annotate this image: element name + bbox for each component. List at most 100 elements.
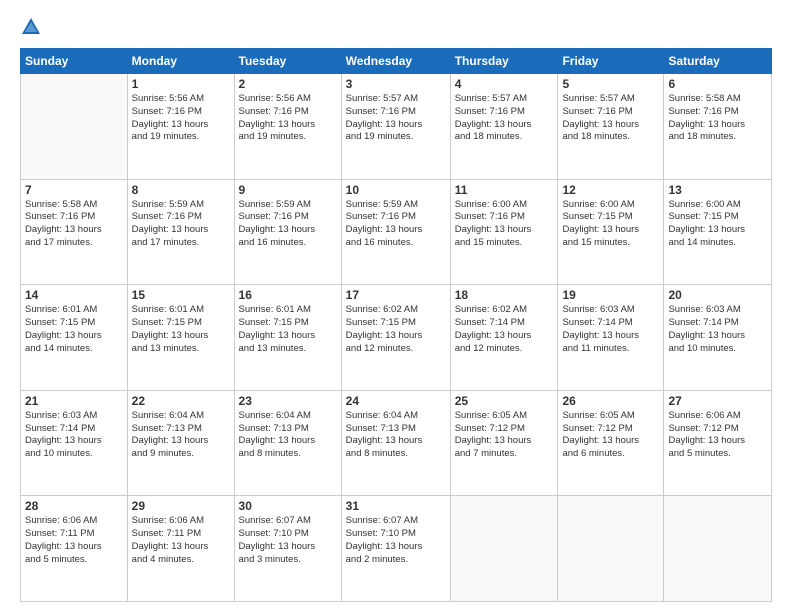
- day-number: 18: [455, 288, 554, 302]
- day-cell: 20Sunrise: 6:03 AMSunset: 7:14 PMDayligh…: [664, 285, 772, 391]
- day-info: Sunrise: 5:59 AMSunset: 7:16 PMDaylight:…: [132, 199, 230, 250]
- day-number: 29: [132, 499, 230, 513]
- day-number: 25: [455, 394, 554, 408]
- day-cell: 25 Sunrise: 6:05 AMSunset: 7:12 PMDayligh…: [450, 390, 558, 496]
- week-row-3: 14 Sunrise: 6:01 AMSunset: 7:15 PMDayligh…: [21, 285, 772, 391]
- day-cell: 15 Sunrise: 6:01 AMSunset: 7:15 PMDayligh…: [127, 285, 234, 391]
- day-cell: 30 Sunrise: 6:07 AMSunset: 7:10 PMDayligh…: [234, 496, 341, 602]
- day-info: Sunrise: 5:57 AMSunset: 7:16 PMDaylight:…: [455, 93, 554, 144]
- logo: [20, 16, 46, 38]
- day-cell: 7 Sunrise: 5:58 AMSunset: 7:16 PMDaylight…: [21, 179, 128, 285]
- day-number: 30: [239, 499, 337, 513]
- day-info: Sunrise: 6:00 AMSunset: 7:15 PMDaylight:…: [562, 199, 659, 250]
- day-info: Sunrise: 5:58 AMSunset: 7:16 PMDaylight:…: [668, 93, 767, 144]
- day-number: 11: [455, 183, 554, 197]
- day-cell: 4 Sunrise: 5:57 AMSunset: 7:16 PMDaylight…: [450, 74, 558, 180]
- day-info: Sunrise: 6:05 AMSunset: 7:12 PMDaylight:…: [562, 410, 659, 461]
- day-info: Sunrise: 5:58 AMSunset: 7:16 PMDaylight:…: [25, 199, 123, 250]
- header: [20, 16, 772, 38]
- day-info: Sunrise: 6:07 AMSunset: 7:10 PMDaylight:…: [239, 515, 337, 566]
- day-cell: 8 Sunrise: 5:59 AMSunset: 7:16 PMDaylight…: [127, 179, 234, 285]
- day-info: Sunrise: 6:04 AMSunset: 7:13 PMDaylight:…: [239, 410, 337, 461]
- col-header-tuesday: Tuesday: [234, 49, 341, 74]
- day-cell: 14 Sunrise: 6:01 AMSunset: 7:15 PMDayligh…: [21, 285, 128, 391]
- col-header-sunday: Sunday: [21, 49, 128, 74]
- day-number: 31: [346, 499, 446, 513]
- day-info: Sunrise: 6:03 AMSunset: 7:14 PMDaylight:…: [562, 304, 659, 355]
- day-cell: 28Sunrise: 6:06 AMSunset: 7:11 PMDayligh…: [21, 496, 128, 602]
- day-number: 20: [668, 288, 767, 302]
- day-cell: 29 Sunrise: 6:06 AMSunset: 7:11 PMDayligh…: [127, 496, 234, 602]
- header-row: SundayMondayTuesdayWednesdayThursdayFrid…: [21, 49, 772, 74]
- day-info: Sunrise: 6:01 AMSunset: 7:15 PMDaylight:…: [132, 304, 230, 355]
- day-number: 14: [25, 288, 123, 302]
- day-cell: [664, 496, 772, 602]
- day-info: Sunrise: 5:56 AMSunset: 7:16 PMDaylight:…: [132, 93, 230, 144]
- col-header-friday: Friday: [558, 49, 664, 74]
- day-info: Sunrise: 6:03 AMSunset: 7:14 PMDaylight:…: [25, 410, 123, 461]
- day-info: Sunrise: 6:00 AMSunset: 7:15 PMDaylight:…: [668, 199, 767, 250]
- day-number: 8: [132, 183, 230, 197]
- week-row-5: 28 Sunrise: 6:06 AMSunset: 7:11 PMDayligh…: [21, 496, 772, 602]
- day-info: Sunrise: 5:59 AMSunset: 7:16 PMDaylight:…: [346, 199, 446, 250]
- day-number: 2: [239, 77, 337, 91]
- day-number: 27: [668, 394, 767, 408]
- day-info: Sunrise: 6:05 AMSunset: 7:12 PMDaylight:…: [455, 410, 554, 461]
- day-number: 24: [346, 394, 446, 408]
- day-info: Sunrise: 5:57 AMSunset: 7:16 PMDaylight:…: [562, 93, 659, 144]
- day-cell: 24 Sunrise: 6:04 AMSunset: 7:13 PMDayligh…: [341, 390, 450, 496]
- day-number: 17: [346, 288, 446, 302]
- day-info: Sunrise: 6:02 AMSunset: 7:14 PMDaylight:…: [455, 304, 554, 355]
- col-header-monday: Monday: [127, 49, 234, 74]
- day-cell: 9Sunrise: 5:59 AMSunset: 7:16 PMDaylight…: [234, 179, 341, 285]
- day-cell: 21 Sunrise: 6:03 AMSunset: 7:14 PMDayligh…: [21, 390, 128, 496]
- day-number: 23: [239, 394, 337, 408]
- day-number: 26: [562, 394, 659, 408]
- day-info: Sunrise: 6:01 AMSunset: 7:15 PMDaylight:…: [239, 304, 337, 355]
- day-info: Sunrise: 6:01 AMSunset: 7:15 PMDaylight:…: [25, 304, 123, 355]
- day-number: 22: [132, 394, 230, 408]
- day-cell: 5 Sunrise: 5:57 AMSunset: 7:16 PMDaylight…: [558, 74, 664, 180]
- day-cell: [558, 496, 664, 602]
- day-cell: 2 Sunrise: 5:56 AMSunset: 7:16 PMDaylight…: [234, 74, 341, 180]
- day-cell: [450, 496, 558, 602]
- day-cell: 22Sunrise: 6:04 AMSunset: 7:13 PMDayligh…: [127, 390, 234, 496]
- day-number: 7: [25, 183, 123, 197]
- day-number: 5: [562, 77, 659, 91]
- day-number: 19: [562, 288, 659, 302]
- day-cell: 11 Sunrise: 6:00 AMSunset: 7:16 PMDayligh…: [450, 179, 558, 285]
- day-cell: 31 Sunrise: 6:07 AMSunset: 7:10 PMDayligh…: [341, 496, 450, 602]
- day-info: Sunrise: 6:07 AMSunset: 7:10 PMDaylight:…: [346, 515, 446, 566]
- day-cell: 27 Sunrise: 6:06 AMSunset: 7:12 PMDayligh…: [664, 390, 772, 496]
- day-cell: 19 Sunrise: 6:03 AMSunset: 7:14 PMDayligh…: [558, 285, 664, 391]
- day-info: Sunrise: 5:57 AMSunset: 7:16 PMDaylight:…: [346, 93, 446, 144]
- day-cell: 6 Sunrise: 5:58 AMSunset: 7:16 PMDaylight…: [664, 74, 772, 180]
- day-number: 13: [668, 183, 767, 197]
- day-number: 6: [668, 77, 767, 91]
- day-number: 4: [455, 77, 554, 91]
- day-info: Sunrise: 6:04 AMSunset: 7:13 PMDaylight:…: [346, 410, 446, 461]
- day-info: Sunrise: 6:02 AMSunset: 7:15 PMDaylight:…: [346, 304, 446, 355]
- day-number: 16: [239, 288, 337, 302]
- col-header-saturday: Saturday: [664, 49, 772, 74]
- day-cell: 10Sunrise: 5:59 AMSunset: 7:16 PMDayligh…: [341, 179, 450, 285]
- col-header-thursday: Thursday: [450, 49, 558, 74]
- day-cell: 17 Sunrise: 6:02 AMSunset: 7:15 PMDayligh…: [341, 285, 450, 391]
- day-cell: 3Sunrise: 5:57 AMSunset: 7:16 PMDaylight…: [341, 74, 450, 180]
- day-number: 15: [132, 288, 230, 302]
- day-number: 21: [25, 394, 123, 408]
- day-info: Sunrise: 5:56 AMSunset: 7:16 PMDaylight:…: [239, 93, 337, 144]
- day-cell: 16 Sunrise: 6:01 AMSunset: 7:15 PMDayligh…: [234, 285, 341, 391]
- day-cell: 23 Sunrise: 6:04 AMSunset: 7:13 PMDayligh…: [234, 390, 341, 496]
- col-header-wednesday: Wednesday: [341, 49, 450, 74]
- day-info: Sunrise: 6:00 AMSunset: 7:16 PMDaylight:…: [455, 199, 554, 250]
- day-number: 12: [562, 183, 659, 197]
- day-number: 1: [132, 77, 230, 91]
- day-info: Sunrise: 6:06 AMSunset: 7:11 PMDaylight:…: [132, 515, 230, 566]
- day-info: Sunrise: 6:06 AMSunset: 7:12 PMDaylight:…: [668, 410, 767, 461]
- week-row-2: 7 Sunrise: 5:58 AMSunset: 7:16 PMDaylight…: [21, 179, 772, 285]
- calendar-table: SundayMondayTuesdayWednesdayThursdayFrid…: [20, 48, 772, 602]
- day-number: 28: [25, 499, 123, 513]
- week-row-4: 21 Sunrise: 6:03 AMSunset: 7:14 PMDayligh…: [21, 390, 772, 496]
- day-cell: 13 Sunrise: 6:00 AMSunset: 7:15 PMDayligh…: [664, 179, 772, 285]
